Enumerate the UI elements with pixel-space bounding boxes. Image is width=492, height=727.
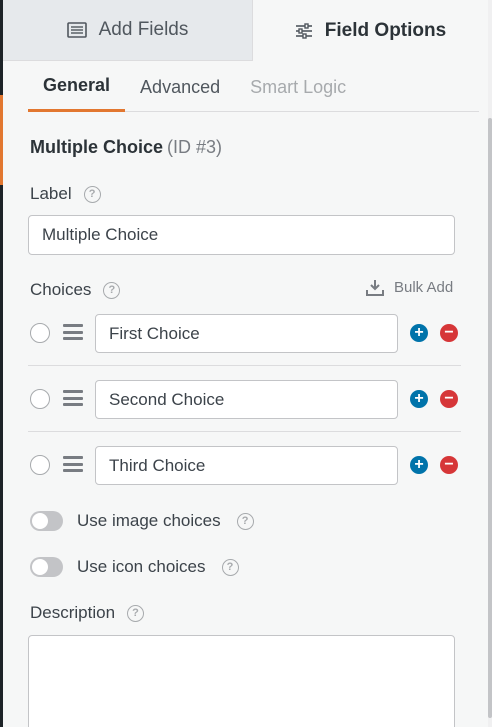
field-id: (ID #3) bbox=[167, 137, 223, 157]
choice-input[interactable]: First Choice bbox=[95, 314, 398, 353]
sub-tabs: General Advanced Smart Logic bbox=[28, 62, 479, 112]
help-icon[interactable]: ? bbox=[221, 558, 239, 576]
description-textarea[interactable] bbox=[28, 635, 455, 727]
remove-choice-button[interactable]: − bbox=[440, 456, 458, 474]
add-choice-button[interactable]: + bbox=[410, 324, 428, 342]
drag-handle-icon[interactable] bbox=[63, 456, 83, 472]
help-icon[interactable]: ? bbox=[236, 512, 254, 530]
download-icon bbox=[366, 280, 384, 296]
remove-choice-button[interactable]: − bbox=[440, 324, 458, 342]
description-heading: Description ? bbox=[30, 603, 145, 623]
choice-default-radio[interactable] bbox=[30, 389, 50, 409]
add-choice-button[interactable]: + bbox=[410, 390, 428, 408]
subtab-advanced[interactable]: Advanced bbox=[125, 62, 235, 112]
help-icon[interactable]: ? bbox=[83, 185, 101, 203]
description-heading-text: Description bbox=[30, 603, 116, 622]
choices-heading-text: Choices bbox=[30, 280, 92, 299]
list-icon bbox=[66, 22, 87, 38]
field-options-panel: Add Fields Field Options General Advance… bbox=[3, 0, 488, 727]
label-heading: Label ? bbox=[30, 184, 101, 204]
top-tabs: Add Fields Field Options bbox=[3, 0, 488, 61]
choice-input[interactable]: Second Choice bbox=[95, 380, 398, 419]
field-title: Multiple Choice (ID #3) bbox=[30, 137, 222, 158]
add-choice-button[interactable]: + bbox=[410, 456, 428, 474]
image-choices-toggle[interactable] bbox=[30, 511, 63, 531]
remove-choice-button[interactable]: − bbox=[440, 390, 458, 408]
help-icon[interactable]: ? bbox=[103, 281, 121, 299]
bulk-add-label: Bulk Add bbox=[394, 279, 454, 296]
choice-row: Second Choice + − bbox=[28, 366, 461, 432]
icon-choices-toggle[interactable] bbox=[30, 557, 63, 577]
choice-default-radio[interactable] bbox=[30, 323, 50, 343]
choices-heading: Choices ? bbox=[30, 280, 121, 300]
choice-row: Third Choice + − bbox=[28, 432, 461, 498]
scrollbar-thumb[interactable] bbox=[488, 118, 492, 718]
label-heading-text: Label bbox=[30, 184, 72, 203]
tab-field-options-label: Field Options bbox=[324, 19, 447, 41]
label-input[interactable]: Multiple Choice bbox=[28, 215, 455, 255]
subtab-general[interactable]: General bbox=[28, 62, 126, 112]
tab-field-options[interactable]: Field Options bbox=[253, 0, 488, 61]
image-choices-label: Use image choices bbox=[77, 511, 221, 530]
icon-choices-label: Use icon choices bbox=[77, 557, 206, 576]
bulk-add-button[interactable]: Bulk Add bbox=[366, 279, 453, 296]
choice-input[interactable]: Third Choice bbox=[95, 446, 398, 485]
choice-default-radio[interactable] bbox=[30, 455, 50, 475]
subtab-smart-logic[interactable]: Smart Logic bbox=[235, 62, 361, 112]
sliders-icon bbox=[295, 22, 312, 39]
choice-row: First Choice + − bbox=[28, 300, 461, 366]
drag-handle-icon[interactable] bbox=[63, 390, 83, 406]
field-type-name: Multiple Choice bbox=[30, 137, 164, 157]
icon-choices-toggle-row: Use icon choices ? bbox=[30, 557, 239, 577]
tab-add-fields[interactable]: Add Fields bbox=[3, 0, 253, 61]
image-choices-toggle-row: Use image choices ? bbox=[30, 511, 254, 531]
drag-handle-icon[interactable] bbox=[63, 324, 83, 340]
tab-add-fields-label: Add Fields bbox=[98, 19, 189, 40]
help-icon[interactable]: ? bbox=[127, 604, 145, 622]
